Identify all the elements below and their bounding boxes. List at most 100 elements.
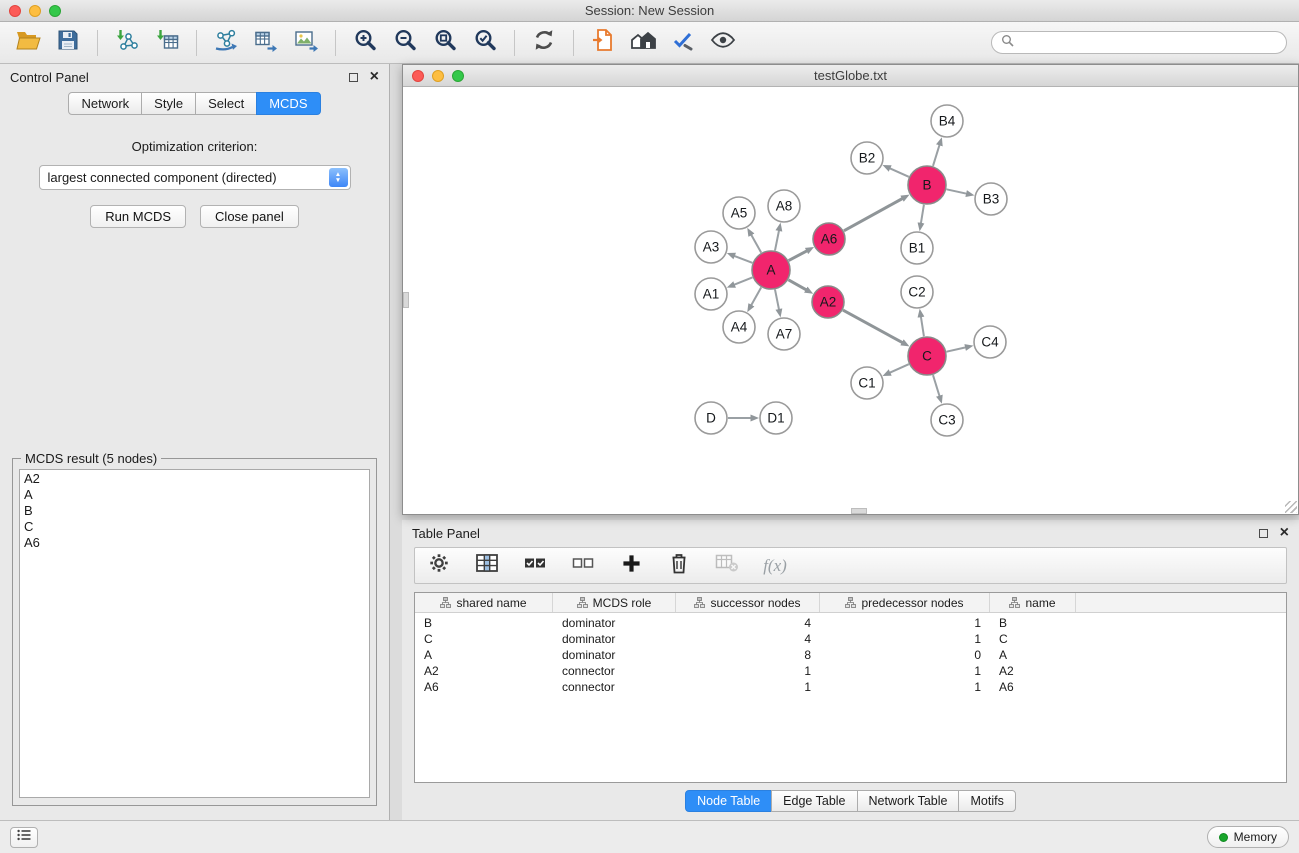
node-B2[interactable]: B2 [851,142,883,174]
zoom-out-button[interactable] [387,27,423,59]
close-panel-icon[interactable]: × [370,71,379,83]
edge-C-C3[interactable] [933,375,940,396]
export-network-button[interactable] [208,27,244,59]
node-A7[interactable]: A7 [768,318,800,350]
column-header-successor-nodes[interactable]: successor nodes [676,593,820,612]
canvas-left-handle[interactable] [403,292,409,308]
table-settings-button[interactable] [427,551,451,581]
node-B4[interactable]: B4 [931,105,963,137]
edge-A-A3[interactable] [734,256,752,263]
node-C3[interactable]: C3 [931,404,963,436]
edge-A-A2[interactable] [788,280,806,290]
edge-B-B2[interactable] [890,168,909,177]
zoom-fit-button[interactable] [427,27,463,59]
edge-C-C1[interactable] [890,364,909,373]
zoom-window-button[interactable] [49,5,61,17]
node-A2[interactable]: A2 [812,286,844,318]
edge-B-B1[interactable] [921,205,924,224]
node-D1[interactable]: D1 [760,402,792,434]
apply-layout-button[interactable] [526,27,562,59]
node-B1[interactable]: B1 [901,232,933,264]
home-button[interactable] [625,27,661,59]
delete-table-button[interactable] [715,551,739,581]
node-C2[interactable]: C2 [901,276,933,308]
node-A1[interactable]: A1 [695,278,727,310]
node-A5[interactable]: A5 [723,197,755,229]
edge-A2-C[interactable] [843,310,903,343]
edge-A-A5[interactable] [751,235,761,253]
tab-style[interactable]: Style [141,92,196,115]
export-image-button[interactable] [288,27,324,59]
tab-select[interactable]: Select [195,92,257,115]
network-canvas[interactable]: B4B2BB3A5A8A6A3B1AC2A1A2A4A7C4CC1DD1C3 [403,87,1298,514]
save-session-button[interactable] [50,27,86,59]
edge-A-A6[interactable] [789,251,807,261]
node-C1[interactable]: C1 [851,367,883,399]
edge-A6-B[interactable] [844,199,903,231]
node-A8[interactable]: A8 [768,190,800,222]
search-field[interactable] [991,31,1287,54]
node-A[interactable]: A [752,251,790,289]
zoom-in-button[interactable] [347,27,383,59]
result-item[interactable]: A2 [24,471,365,487]
mcds-result-list[interactable]: A2ABCA6 [19,469,370,798]
tab-edge-table[interactable]: Edge Table [771,790,857,812]
node-C[interactable]: C [908,337,946,375]
table-row[interactable]: Adominator80A [415,647,1286,663]
edge-A-A1[interactable] [734,277,752,284]
network-graph[interactable]: B4B2BB3A5A8A6A3B1AC2A1A2A4A7C4CC1DD1C3 [403,87,1297,514]
edge-A-A7[interactable] [775,290,779,310]
resize-grip[interactable] [1285,501,1297,513]
edge-C-C2[interactable] [921,317,924,337]
minimize-network-window-button[interactable] [432,70,444,82]
delete-column-button[interactable] [667,551,691,581]
node-A3[interactable]: A3 [695,231,727,263]
table-row[interactable]: A6connector11A6 [415,679,1286,695]
deselect-all-button[interactable] [571,551,595,581]
import-table-button[interactable] [149,27,185,59]
memory-button[interactable]: Memory [1207,826,1289,848]
close-network-window-button[interactable] [412,70,424,82]
export-table-button[interactable] [248,27,284,59]
column-header-predecessor-nodes[interactable]: predecessor nodes [820,593,990,612]
column-header-shared-name[interactable]: shared name [415,593,553,612]
show-columns-button[interactable] [475,551,499,581]
edge-B-B3[interactable] [947,189,967,193]
edge-A-A4[interactable] [751,287,761,305]
run-mcds-button[interactable]: Run MCDS [90,205,186,228]
node-B[interactable]: B [908,166,946,204]
close-panel-button[interactable]: Close panel [200,205,299,228]
canvas-bottom-handle[interactable] [851,508,867,514]
close-window-button[interactable] [9,5,21,17]
close-table-panel-icon[interactable]: × [1280,527,1289,539]
float-panel-icon[interactable] [349,73,358,82]
float-table-panel-icon[interactable] [1259,529,1268,538]
tab-mcds[interactable]: MCDS [256,92,320,115]
node-A6[interactable]: A6 [813,223,845,255]
style-check-button[interactable] [665,27,701,59]
search-input[interactable] [1019,35,1277,51]
result-item[interactable]: A6 [24,535,365,551]
edge-C-C4[interactable] [947,347,966,351]
select-all-button[interactable] [523,551,547,581]
result-item[interactable]: B [24,503,365,519]
tab-network-table[interactable]: Network Table [857,790,960,812]
import-network-button[interactable] [109,27,145,59]
edge-B-B4[interactable] [933,145,940,166]
node-C4[interactable]: C4 [974,326,1006,358]
column-header-MCDS-role[interactable]: MCDS role [553,593,676,612]
result-item[interactable]: A [24,487,365,503]
tab-motifs[interactable]: Motifs [958,790,1015,812]
table-body[interactable]: Bdominator41BCdominator41CAdominator80AA… [415,613,1286,782]
column-header-name[interactable]: name [990,593,1076,612]
table-row[interactable]: Bdominator41B [415,615,1286,631]
optimization-criterion-dropdown[interactable]: largest connected component (directed) ▲… [39,165,351,190]
table-row[interactable]: A2connector11A2 [415,663,1286,679]
add-column-button[interactable] [619,551,643,581]
node-B3[interactable]: B3 [975,183,1007,215]
table-row[interactable]: Cdominator41C [415,631,1286,647]
task-history-button[interactable] [10,827,38,848]
zoom-selected-button[interactable] [467,27,503,59]
result-item[interactable]: C [24,519,365,535]
node-D[interactable]: D [695,402,727,434]
